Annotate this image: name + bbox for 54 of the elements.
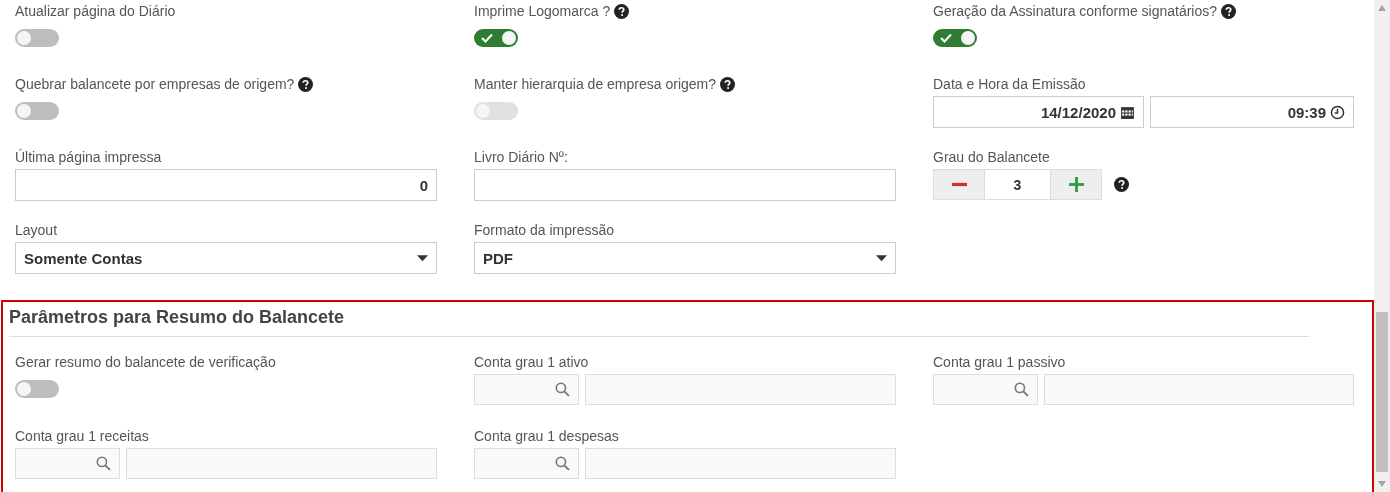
- clock-icon: [1330, 104, 1345, 120]
- dropdown[interactable]: Somente Contas: [15, 242, 437, 274]
- description-field[interactable]: [1044, 374, 1354, 405]
- toggle-switch[interactable]: [474, 29, 518, 47]
- field-label: Atualizar página do Diário: [15, 3, 176, 19]
- field-label: Formato da impressão: [474, 222, 615, 238]
- dropdown[interactable]: PDF: [474, 242, 896, 274]
- toggle-switch[interactable]: [933, 29, 977, 47]
- input-field[interactable]: 0: [15, 169, 437, 201]
- search-icon: [555, 382, 570, 397]
- field-label: Conta grau 1 receitas: [15, 428, 149, 444]
- field-label: Livro Diário Nº:: [474, 149, 568, 165]
- field-label: Layout: [15, 222, 58, 238]
- field-label: Data e Hora da Emissão: [933, 76, 1086, 92]
- field-label: Conta grau 1 passivo: [933, 354, 1066, 370]
- field-label: Quebrar balancete por empresas de origem?: [15, 76, 295, 92]
- input-field[interactable]: [474, 169, 896, 201]
- increment-button[interactable]: [1050, 169, 1102, 200]
- date-field[interactable]: 14/12/2020: [933, 96, 1144, 128]
- field-label: Imprime Logomarca ?: [474, 3, 611, 19]
- time-field[interactable]: 09:39: [1150, 96, 1354, 128]
- code-field[interactable]: [15, 448, 120, 479]
- field-label: Grau do Balancete: [933, 149, 1050, 165]
- section-title: Parâmetros para Resumo do Balancete: [9, 302, 1309, 337]
- code-field[interactable]: [474, 374, 579, 405]
- toggle-switch[interactable]: [15, 380, 59, 398]
- code-field[interactable]: [474, 448, 579, 479]
- plus-icon: [1068, 177, 1084, 192]
- check-icon: [481, 33, 493, 43]
- field-label: Conta grau 1 despesas: [474, 428, 619, 444]
- field-label: Geração da Assinatura conforme signatários?: [933, 3, 1218, 19]
- calendar-icon: [1120, 104, 1135, 120]
- toggle-switch[interactable]: [15, 29, 59, 47]
- scroll-down-icon[interactable]: [1378, 481, 1386, 487]
- scroll-thumb[interactable]: [1376, 312, 1388, 472]
- scrollbar[interactable]: [1374, 0, 1390, 492]
- search-icon: [96, 456, 111, 471]
- caret-icon: [876, 254, 887, 262]
- search-icon: [1014, 382, 1029, 397]
- description-field[interactable]: [126, 448, 437, 479]
- field-label: Conta grau 1 ativo: [474, 354, 589, 370]
- description-field[interactable]: [585, 374, 896, 405]
- field-label: Última página impressa: [15, 149, 162, 165]
- field-label: Gerar resumo do balancete de verificação: [15, 354, 276, 370]
- caret-icon: [417, 254, 428, 262]
- description-field[interactable]: [585, 448, 896, 479]
- scroll-up-icon[interactable]: [1378, 5, 1386, 11]
- toggle-switch[interactable]: [15, 102, 59, 120]
- stepper-value[interactable]: 3: [985, 169, 1050, 200]
- search-icon: [555, 456, 570, 471]
- check-icon: [940, 33, 952, 43]
- code-field[interactable]: [933, 374, 1038, 405]
- field-label: Manter hierarquia de empresa origem?: [474, 76, 716, 92]
- decrement-button[interactable]: [933, 169, 985, 200]
